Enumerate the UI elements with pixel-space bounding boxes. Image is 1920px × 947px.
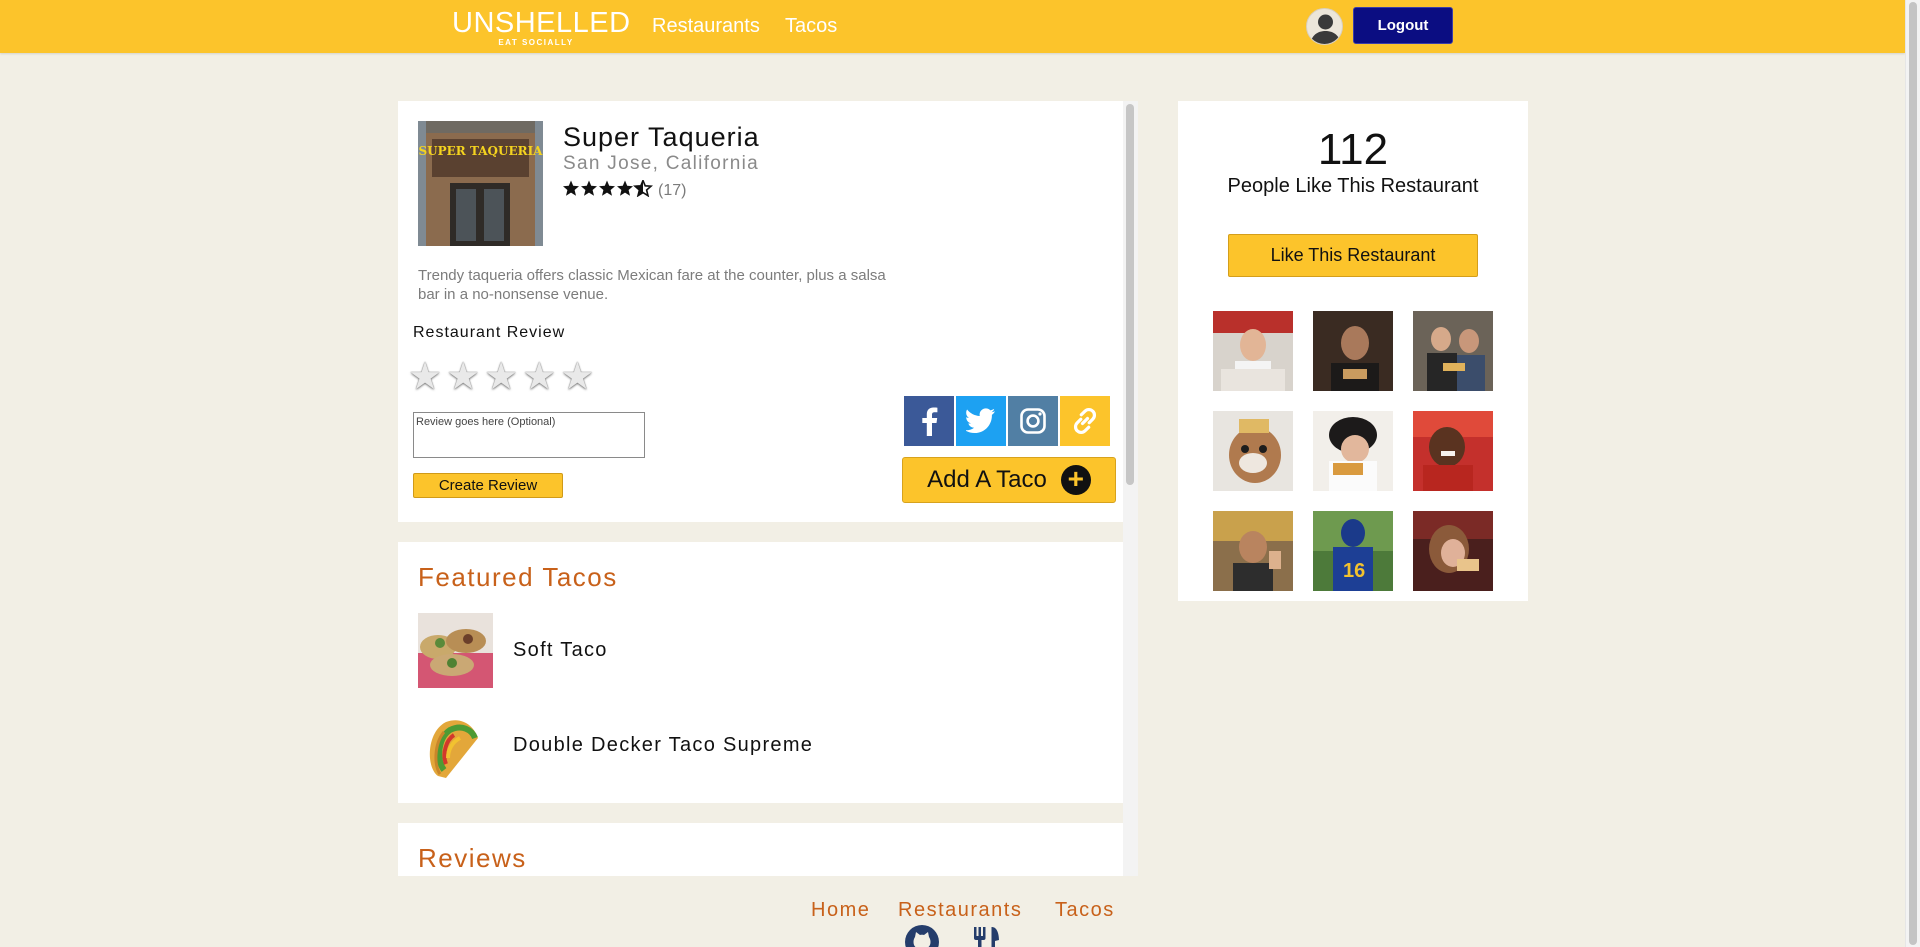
create-review-button[interactable]: Create Review [413,473,563,498]
restaurant-photo: SUPER TAQUERIA [418,121,543,246]
page-scrollbar[interactable] [1905,0,1920,947]
restaurant-panel: SUPER TAQUERIA Super Taqueria San Jose, … [398,101,1123,876]
restaurant-rating: (17) [563,178,687,202]
brand-tagline: EAT SOCIALLY [498,38,574,47]
utensils-icon[interactable] [970,925,1004,947]
fan-avatar[interactable]: 16 [1313,511,1393,591]
instagram-share-button[interactable] [1008,396,1058,446]
fan-avatar[interactable] [1413,411,1493,491]
fan-avatar[interactable] [1213,311,1293,391]
restaurant-name: Super Taqueria [563,122,760,152]
review-textarea[interactable] [413,412,645,458]
restaurant-info-card: SUPER TAQUERIA Super Taqueria San Jose, … [398,101,1123,522]
facebook-share-button[interactable] [904,396,954,446]
page-scrollbar-thumb[interactable] [1909,2,1917,945]
add-taco-button[interactable]: Add A Taco + [902,457,1116,503]
brand-name: UNSHELLED [452,7,631,39]
link-icon [1073,407,1097,435]
rating-star-3-icon[interactable]: ★ [484,354,518,399]
restaurant-description: Trendy taqueria offers classic Mexican f… [418,267,886,303]
user-avatar-icon[interactable] [1306,8,1343,45]
taco-list-item[interactable]: Soft Taco [418,613,608,688]
twitter-share-button[interactable] [956,396,1006,446]
fan-avatar[interactable] [1413,311,1493,391]
reviews-card: Reviews [398,823,1123,876]
fan-avatar[interactable] [1213,411,1293,491]
instagram-icon [1020,408,1046,434]
github-icon[interactable] [905,925,939,947]
likes-card: 112 People Like This Restaurant Like Thi… [1178,101,1528,601]
panel-scrollbar[interactable] [1123,101,1138,876]
svg-text:16: 16 [1343,560,1365,582]
fan-avatar[interactable] [1313,411,1393,491]
restaurant-location: San Jose, California [563,153,760,174]
twitter-icon [966,408,995,433]
footer-link-restaurants[interactable]: Restaurants [898,899,1022,922]
copy-link-button[interactable] [1060,396,1110,446]
rating-star-4-icon[interactable]: ★ [522,354,556,399]
rating-star-1-icon[interactable]: ★ [408,354,442,399]
taco-list-item[interactable]: Double Decker Taco Supreme [418,708,813,783]
featured-tacos-card: Featured Tacos Soft Taco Double Decker T… [398,542,1123,803]
plus-circle-icon: + [1060,465,1091,495]
like-count: 112 [1317,125,1389,174]
navbar: UNSHELLED EAT SOCIALLY Restaurants Tacos… [0,0,1905,53]
rating-star-2-icon[interactable]: ★ [446,354,480,399]
taco-thumbnail [418,613,493,688]
facebook-icon [922,407,938,436]
reviews-title: Reviews [418,843,527,873]
star-rating-input[interactable]: ★ ★ ★ ★ ★ [408,354,594,399]
logout-button[interactable]: Logout [1353,7,1453,44]
featured-tacos-title: Featured Tacos [418,562,618,592]
rating-stars-icon [563,178,655,202]
fan-avatar[interactable] [1213,511,1293,591]
like-restaurant-button[interactable]: Like This Restaurant [1228,234,1478,277]
nav-link-tacos[interactable]: Tacos [785,15,837,38]
taco-name: Soft Taco [513,639,608,661]
taco-thumbnail [418,708,493,783]
like-caption: People Like This Restaurant [1227,175,1479,197]
brand-logo[interactable]: UNSHELLED EAT SOCIALLY [452,7,631,47]
rating-count: (17) [658,182,687,199]
footer-link-home[interactable]: Home [811,899,870,922]
panel-scrollbar-thumb[interactable] [1126,104,1134,485]
taco-name: Double Decker Taco Supreme [513,734,814,756]
nav-link-restaurants[interactable]: Restaurants [652,15,760,38]
photo-sign-text: SUPER TAQUERIA [418,144,543,158]
review-heading: Restaurant Review [413,324,566,341]
fan-avatar[interactable] [1413,511,1493,591]
add-taco-label: Add A Taco [927,466,1047,493]
footer-link-tacos[interactable]: Tacos [1055,899,1115,922]
fan-avatar[interactable] [1313,311,1393,391]
rating-star-5-icon[interactable]: ★ [560,354,594,399]
